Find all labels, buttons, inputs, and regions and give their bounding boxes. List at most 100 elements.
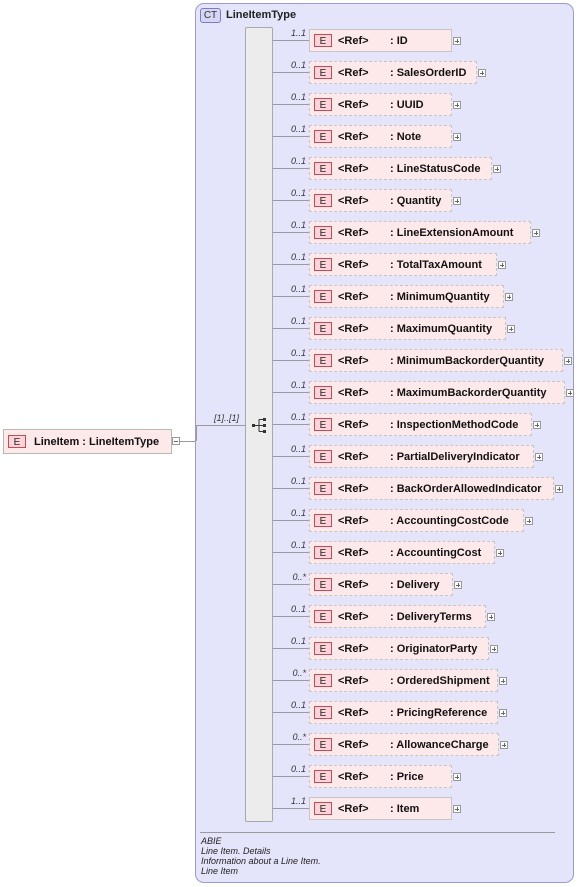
expand-icon[interactable]: [453, 101, 461, 109]
element-box[interactable]: E <Ref>: PartialDeliveryIndicator: [309, 445, 534, 468]
element-box[interactable]: E <Ref>: OrderedShipment: [309, 669, 498, 692]
complex-type-header: CT LineItemType: [200, 7, 296, 23]
element-cardinality: 0..1: [290, 348, 306, 358]
element-box[interactable]: E <Ref>: Delivery: [309, 573, 453, 596]
element-box[interactable]: E <Ref>: LineStatusCode: [309, 157, 492, 180]
element-box[interactable]: E <Ref>: BackOrderAllowedIndicator: [309, 477, 554, 500]
element-box[interactable]: E <Ref>: SalesOrderID: [309, 61, 477, 84]
notes-den: Line Item. Details: [201, 846, 271, 856]
element-box[interactable]: E <Ref>: MinimumQuantity: [309, 285, 504, 308]
element-badge: E: [314, 34, 332, 47]
element-name: : AllowanceCharge: [390, 738, 489, 751]
element-connector: [273, 200, 309, 201]
element-cardinality: 0..1: [290, 284, 306, 294]
element-connector: [273, 648, 309, 649]
element-badge: E: [314, 226, 332, 239]
element-name: : UUID: [390, 98, 424, 111]
element-box[interactable]: E <Ref>: MaximumBackorderQuantity: [309, 381, 565, 404]
element-badge: E: [314, 770, 332, 783]
expand-icon[interactable]: [507, 325, 515, 333]
notes-divider: [200, 832, 555, 833]
element-cardinality: 0..1: [290, 156, 306, 166]
expand-icon[interactable]: [487, 613, 495, 621]
root-cardinality: [1]..[1]: [214, 413, 240, 423]
element-name: : MaximumBackorderQuantity: [390, 386, 547, 399]
element-badge: E: [314, 546, 332, 559]
element-box[interactable]: E <Ref>: InspectionMethodCode: [309, 413, 532, 436]
element-badge: E: [314, 98, 332, 111]
expand-icon[interactable]: [493, 165, 501, 173]
element-box[interactable]: E <Ref>: PricingReference: [309, 701, 498, 724]
element-name: : TotalTaxAmount: [390, 258, 482, 271]
expand-icon[interactable]: [453, 37, 461, 45]
ref-label: <Ref>: [338, 802, 369, 815]
element-box[interactable]: E <Ref>: AccountingCost: [309, 541, 495, 564]
expand-icon[interactable]: [496, 549, 504, 557]
root-element-lineitem[interactable]: E LineItem : LineItemType: [3, 429, 172, 454]
expand-icon[interactable]: [532, 229, 540, 237]
element-box[interactable]: E <Ref>: Price: [309, 765, 452, 788]
element-box[interactable]: E <Ref>: Item: [309, 797, 452, 820]
element-box[interactable]: E <Ref>: UUID: [309, 93, 452, 116]
element-box[interactable]: E <Ref>: LineExtensionAmount: [309, 221, 531, 244]
element-badge: E: [314, 290, 332, 303]
element-connector: [273, 328, 309, 329]
ref-label: <Ref>: [338, 578, 369, 591]
expand-icon[interactable]: [498, 261, 506, 269]
element-box[interactable]: E <Ref>: MinimumBackorderQuantity: [309, 349, 563, 372]
element-cardinality: 0..*: [292, 668, 306, 678]
element-name: : Note: [390, 130, 422, 143]
expand-icon[interactable]: [490, 645, 498, 653]
element-name: : DeliveryTerms: [390, 610, 472, 623]
expand-icon[interactable]: [499, 709, 507, 717]
expand-icon[interactable]: [453, 773, 461, 781]
element-box[interactable]: E <Ref>: OriginatorParty: [309, 637, 489, 660]
ref-label: <Ref>: [338, 34, 369, 47]
expand-icon[interactable]: [478, 69, 486, 77]
element-cardinality: 0..1: [290, 412, 306, 422]
expand-icon[interactable]: [454, 581, 462, 589]
expand-icon[interactable]: [525, 517, 533, 525]
element-badge: E: [314, 674, 332, 687]
element-badge: E: [314, 162, 332, 175]
element-name: : AccountingCostCode: [390, 514, 509, 527]
element-connector: [273, 264, 309, 265]
element-box[interactable]: E <Ref>: TotalTaxAmount: [309, 253, 497, 276]
element-cardinality: 0..1: [290, 252, 306, 262]
expand-icon[interactable]: [500, 741, 508, 749]
element-box[interactable]: E <Ref>: AccountingCostCode: [309, 509, 524, 532]
element-box[interactable]: E <Ref>: Quantity: [309, 189, 452, 212]
collapse-icon[interactable]: [172, 437, 180, 445]
element-connector: [273, 136, 309, 137]
element-connector: [273, 360, 309, 361]
element-cardinality: 0..1: [290, 540, 306, 550]
expand-icon[interactable]: [505, 293, 513, 301]
element-box[interactable]: E <Ref>: Note: [309, 125, 452, 148]
element-badge: E: [8, 435, 26, 448]
element-box[interactable]: E <Ref>: ID: [309, 29, 452, 52]
element-box[interactable]: E <Ref>: AllowanceCharge: [309, 733, 499, 756]
element-name: : SalesOrderID: [390, 66, 467, 79]
ref-label: <Ref>: [338, 226, 369, 239]
expand-icon[interactable]: [453, 805, 461, 813]
element-badge: E: [314, 66, 332, 79]
expand-icon[interactable]: [564, 357, 572, 365]
expand-icon[interactable]: [555, 485, 563, 493]
expand-icon[interactable]: [453, 197, 461, 205]
expand-icon[interactable]: [566, 389, 574, 397]
element-connector: [273, 104, 309, 105]
expand-icon[interactable]: [535, 453, 543, 461]
complex-type-name[interactable]: LineItemType: [226, 9, 296, 21]
element-name: : OrderedShipment: [390, 674, 490, 687]
element-name: : PricingReference: [390, 706, 488, 719]
element-box[interactable]: E <Ref>: MaximumQuantity: [309, 317, 506, 340]
notes-definition: Information about a Line Item.: [201, 856, 321, 866]
element-connector: [273, 680, 309, 681]
expand-icon[interactable]: [453, 133, 461, 141]
element-cardinality: 0..1: [290, 476, 306, 486]
notes-term: Line Item: [201, 866, 239, 876]
expand-icon[interactable]: [499, 677, 507, 685]
element-connector: [273, 168, 309, 169]
element-box[interactable]: E <Ref>: DeliveryTerms: [309, 605, 486, 628]
expand-icon[interactable]: [533, 421, 541, 429]
